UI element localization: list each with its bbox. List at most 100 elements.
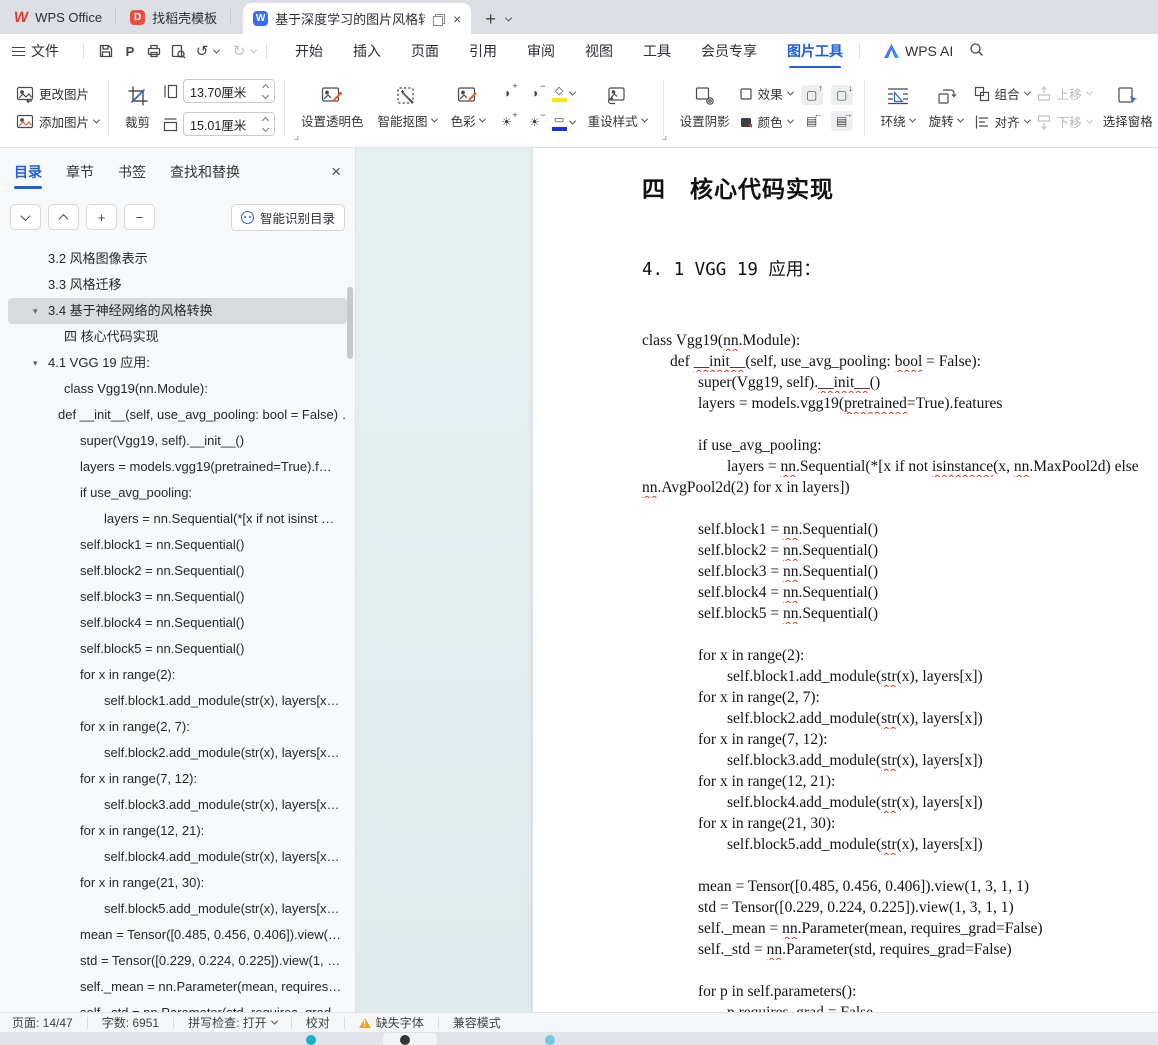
brightness-decrease-button[interactable]: ☀ −	[524, 110, 545, 132]
code-line[interactable]: self._std = nn.Parameter(std, requires_g…	[642, 939, 1158, 960]
smart-toc-button[interactable]: 智能识别目录	[230, 203, 345, 231]
height-input[interactable]: 13.70厘米	[183, 79, 276, 103]
document-page[interactable]: 四 核心代码实现 4. 1 VGG 19 应用： class Vgg19(nn.…	[533, 148, 1158, 1012]
size-dialog-launcher-icon[interactable]: ⌟	[294, 131, 299, 142]
sidebar-tab[interactable]: 查找和替换	[170, 149, 240, 195]
menu-item[interactable]: 插入	[353, 41, 381, 61]
toc-item[interactable]: ▾ 3.4 基于神经网络的风格转换	[8, 298, 347, 324]
code-line[interactable]: self.block1 = nn.Sequential()	[642, 519, 1158, 540]
undo-chevron-icon[interactable]	[212, 46, 221, 54]
toc-item[interactable]: 四 核心代码实现	[8, 324, 347, 350]
menu-item[interactable]: 引用	[469, 41, 497, 61]
toc-item[interactable]: for x in range(12, 21):	[8, 818, 347, 844]
contrast-increase-button[interactable]: ◑ +	[496, 81, 518, 103]
toc-item[interactable]: layers = models.vgg19(pretrained=True).f…	[8, 454, 347, 480]
toc-item[interactable]: if use_avg_pooling:	[8, 480, 347, 506]
toc-item[interactable]: super(Vgg19, self).__init__()	[8, 428, 347, 454]
code-line[interactable]: self.block2 = nn.Sequential()	[642, 540, 1158, 561]
taskbar-app-icon[interactable]	[545, 1035, 555, 1045]
toc-zoom-in-button[interactable]: +	[86, 204, 117, 230]
group-button[interactable]: 组合	[974, 84, 1031, 103]
save-button[interactable]	[94, 39, 118, 63]
toc-item[interactable]: self.block1.add_module(str(x), layers[x…	[8, 688, 347, 714]
tab-list-chevron-icon[interactable]	[504, 14, 512, 22]
undo-button[interactable]: ↺	[190, 39, 214, 63]
effects-button[interactable]: 效果	[739, 84, 794, 103]
menu-item[interactable]: 会员专享	[701, 41, 757, 61]
toc-item[interactable]: self._std = nn.Parameter(std, requires_g…	[8, 1000, 347, 1012]
code-line[interactable]: class Vgg19(nn.Module):	[642, 330, 1158, 351]
crop-button[interactable]: 裁剪	[118, 85, 157, 131]
code-line[interactable]: nn.AvgPool2d(2) for x in layers])	[642, 477, 1158, 498]
wps-ai-button[interactable]: WPS AI	[884, 43, 953, 59]
height-step-down[interactable]	[261, 91, 270, 99]
set-transparent-color-button[interactable]: 设置透明色	[294, 86, 371, 130]
sidebar-tab[interactable]: 章节	[66, 149, 94, 195]
toc-item[interactable]: self.block4 = nn.Sequential()	[8, 610, 347, 636]
document-code-block[interactable]: class Vgg19(nn.Module): def __init__(self…	[642, 330, 1158, 1012]
file-menu-button[interactable]: 文件	[12, 41, 59, 61]
menu-item[interactable]: 开始	[295, 41, 323, 61]
text-wrap-left-button[interactable]: ▤ ←	[801, 109, 823, 131]
sidebar-tab[interactable]: 书签	[118, 149, 146, 195]
code-line[interactable]: std = Tensor([0.229, 0.224, 0.225]).view…	[642, 897, 1158, 918]
add-picture-button[interactable]: 添加图片	[16, 112, 101, 131]
fill-color-button[interactable]: ◇	[551, 84, 576, 102]
color-adjust-button[interactable]: 色彩	[444, 86, 492, 130]
code-line[interactable]: self.block5 = nn.Sequential()	[642, 603, 1158, 624]
code-line[interactable]: self.block1.add_module(str(x), layers[x]…	[642, 666, 1158, 687]
toc-item[interactable]: layers = nn.Sequential(*[x if not isinst…	[8, 506, 347, 532]
move-up-button[interactable]: 上移	[1036, 84, 1093, 103]
toc-expand-all-button[interactable]	[10, 204, 41, 230]
code-line[interactable]	[642, 414, 1158, 435]
smart-cutout-button[interactable]: 智能抠图	[371, 86, 444, 130]
style-dialog-launcher-icon[interactable]: ⌟	[662, 131, 667, 142]
code-line[interactable]: if use_avg_pooling:	[642, 435, 1158, 456]
tab-docer-templates[interactable]: D 找稻壳模板	[116, 0, 232, 34]
window-restore-icon[interactable]	[432, 13, 446, 26]
code-line[interactable]: mean = Tensor([0.485, 0.456, 0.406]).vie…	[642, 876, 1158, 897]
reset-style-button[interactable]: 重设样式	[581, 86, 654, 130]
code-line[interactable]: self._mean = nn.Parameter(mean, requires…	[642, 918, 1158, 939]
toc-item[interactable]: self.block4.add_module(str(x), layers[x…	[8, 844, 347, 870]
code-line[interactable]: for x in range(21, 30):	[642, 813, 1158, 834]
code-line[interactable]	[642, 498, 1158, 519]
menu-item[interactable]: 视图	[585, 41, 613, 61]
taskbar-app-icon[interactable]	[306, 1035, 316, 1045]
print-preview-button[interactable]	[166, 39, 190, 63]
picture-color-button[interactable]: 颜色	[739, 112, 794, 131]
toc-item[interactable]: mean = Tensor([0.485, 0.456, 0.406]).vie…	[8, 922, 347, 948]
spellcheck-toggle[interactable]: 拼写检查: 打开	[188, 1014, 278, 1031]
toc-collapse-all-button[interactable]	[48, 204, 79, 230]
toc-item[interactable]: 3.3 风格迁移	[8, 272, 347, 298]
code-line[interactable]: self.block4 = nn.Sequential()	[642, 582, 1158, 603]
code-line[interactable]: super(Vgg19, self).__init__()	[642, 372, 1158, 393]
sidebar-tab[interactable]: 目录	[14, 149, 42, 195]
toc-zoom-out-button[interactable]: −	[124, 204, 155, 230]
document-subheading[interactable]: 4. 1 VGG 19 应用：	[642, 256, 1158, 281]
code-line[interactable]: for x in range(2, 7):	[642, 687, 1158, 708]
selection-pane-button[interactable]: 选择窗格	[1096, 86, 1158, 130]
print-button[interactable]	[142, 39, 166, 63]
text-wrap-right-button[interactable]: ▤ →	[830, 109, 853, 131]
toc-item[interactable]: std = Tensor([0.229, 0.224, 0.225]).view…	[8, 948, 347, 974]
move-down-button[interactable]: 下移	[1036, 112, 1093, 131]
tab-active-document[interactable]: W 基于深度学习的图片风格转换 ×	[243, 3, 472, 34]
document-heading[interactable]: 四 核心代码实现	[642, 170, 1158, 204]
code-line[interactable]: self.block3 = nn.Sequential()	[642, 561, 1158, 582]
outline-color-button[interactable]: ▭	[551, 113, 576, 131]
align-button[interactable]: 对齐	[974, 112, 1031, 131]
change-picture-button[interactable]: 更改图片	[16, 84, 99, 103]
toc-item[interactable]: self.block2 = nn.Sequential()	[8, 558, 347, 584]
menu-item[interactable]: 工具	[643, 41, 671, 61]
code-line[interactable]: for x in range(7, 12):	[642, 729, 1158, 750]
toc-item[interactable]: for x in range(2):	[8, 662, 347, 688]
code-line[interactable]: self.block2.add_module(str(x), layers[x]…	[642, 708, 1158, 729]
toc-collapse-arrow-icon[interactable]: ▾	[33, 298, 38, 324]
toc-item[interactable]: self.block1 = nn.Sequential()	[8, 532, 347, 558]
code-line[interactable]: self.block5.add_module(str(x), layers[x]…	[642, 834, 1158, 855]
page-indicator[interactable]: 页面: 14/47	[12, 1014, 73, 1031]
word-count[interactable]: 字数: 6951	[102, 1014, 159, 1031]
width-step-down[interactable]	[261, 124, 270, 132]
menu-item[interactable]: 页面	[411, 41, 439, 61]
